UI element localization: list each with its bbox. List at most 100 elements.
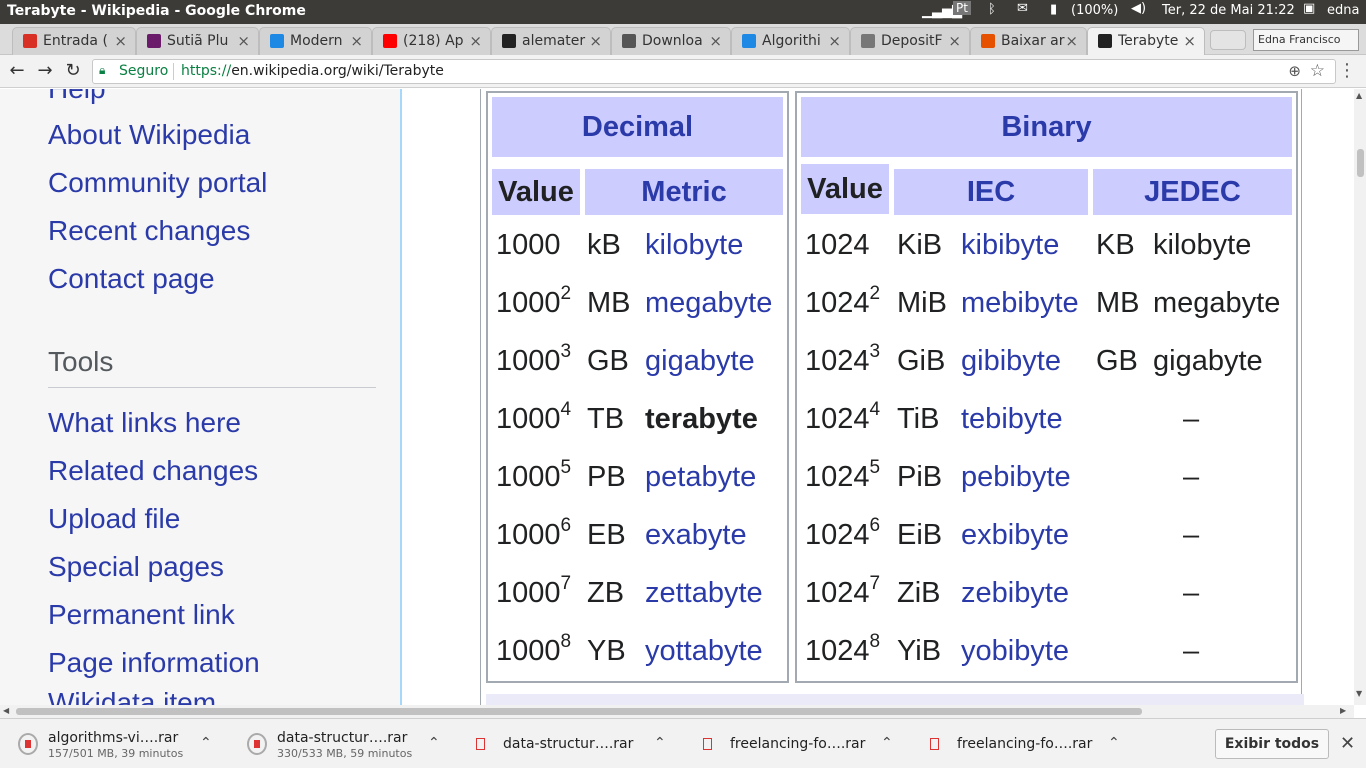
sidebar-link-about[interactable]: About Wikipedia [48,119,250,151]
sidebar-link-permanent-link[interactable]: Permanent link [48,599,235,631]
tab-close-icon[interactable]: × [709,32,722,50]
scroll-down-arrow-icon[interactable]: ▼ [1356,689,1362,698]
tab-close-icon[interactable]: × [350,32,363,50]
keyboard-layout-indicator[interactable]: Pt [953,1,971,15]
tab-close-icon[interactable]: × [1183,32,1196,50]
profile-button[interactable]: Edna Francisco [1253,29,1359,51]
iec-unit-link[interactable]: mebibyte [961,287,1079,320]
iec-unit-link[interactable]: exbibyte [961,519,1069,552]
clock[interactable]: Ter, 22 de Mai 21:22 [1162,3,1295,18]
tab-label: Sutiã Plu [167,33,229,49]
volume-icon[interactable]: ◀) [1131,1,1146,16]
iec-unit-link[interactable]: yobibyte [961,635,1069,668]
tab-close-icon[interactable]: × [237,32,250,50]
decimal-unit-link[interactable]: megabyte [645,287,772,320]
sidebar-link-contact[interactable]: Contact page [48,263,215,295]
p-logo-icon [270,34,284,48]
chevron-up-icon[interactable]: ⌃ [1108,735,1120,751]
file-icon [930,738,939,750]
forward-icon[interactable]: → [33,59,57,83]
tab-7[interactable]: Algorithi × [731,27,850,55]
back-icon[interactable]: ← [5,59,29,83]
horizontal-scrollbar[interactable]: ◀ ▶ [0,705,1354,718]
download-icon [622,34,636,48]
chevron-up-icon[interactable]: ⌃ [200,735,212,751]
url-text[interactable]: https://en.wikipedia.org/wiki/Terabyte [181,63,444,79]
sidebar-link-special-pages[interactable]: Special pages [48,551,224,583]
col-header-iec[interactable]: IEC [894,169,1088,215]
security-label[interactable]: Seguro [119,63,168,79]
iec-unit-link[interactable]: gibibyte [961,345,1061,378]
tab-close-icon[interactable]: × [828,32,841,50]
p-logo-icon [742,34,756,48]
mail-icon[interactable]: ✉ [1017,1,1028,16]
decimal-value: 10002 [496,283,571,320]
decimal-unit-link[interactable]: kilobyte [645,229,743,262]
sidebar-link-upload-file[interactable]: Upload file [48,503,180,535]
close-downloads-bar-icon[interactable]: ✕ [1340,733,1355,754]
chevron-up-icon[interactable]: ⌃ [654,735,666,751]
tab-5[interactable]: alemater × [491,27,611,55]
tab-3[interactable]: Modern × [259,27,372,55]
iec-unit-link[interactable]: kibibyte [961,229,1059,262]
user-name[interactable]: edna [1327,3,1359,18]
chrome-menu-icon[interactable]: ⋮ [1338,60,1356,81]
sidebar-link-recent-changes[interactable]: Recent changes [48,215,250,247]
sidebar-link-help[interactable]: Help [48,89,106,105]
sidebar-link-page-information[interactable]: Page information [48,647,260,679]
col-header-jedec[interactable]: JEDEC [1093,169,1292,215]
horizontal-scroll-thumb[interactable] [16,708,1142,715]
show-all-downloads-button[interactable]: Exibir todos [1215,729,1329,759]
sidebar-link-wikidata[interactable]: Wikidata item [48,687,216,705]
scroll-right-arrow-icon[interactable]: ▶ [1340,706,1346,715]
decimal-unit-link[interactable]: petabyte [645,461,756,494]
tab-close-icon[interactable]: × [948,32,961,50]
col-header-metric[interactable]: Metric [585,169,783,215]
scroll-left-arrow-icon[interactable]: ◀ [3,706,9,715]
vertical-scrollbar[interactable]: ▲ ▼ [1354,89,1366,705]
tab-9[interactable]: Baixar ar × [970,27,1087,55]
address-bar[interactable]: 🔒︎ Seguro https://en.wikipedia.org/wiki/… [92,59,1336,84]
reload-icon[interactable]: ↻ [61,59,85,83]
decimal-unit-link[interactable]: yottabyte [645,635,763,668]
iec-unit-link[interactable]: tebibyte [961,403,1063,436]
decimal-unit-link[interactable]: zettabyte [645,577,763,610]
user-icon[interactable]: ▣ [1303,1,1315,16]
tab-6[interactable]: Downloa × [611,27,731,55]
article-content: Decimal Value Metric 1000 kB kilobyte 10002… [402,89,1354,705]
decimal-unit-link[interactable]: exabyte [645,519,747,552]
tab-close-icon[interactable]: × [589,32,602,50]
tab-4[interactable]: (218) Ap × [372,27,491,55]
bluetooth-icon[interactable]: ᛒ [988,2,996,17]
layers-icon [981,34,995,48]
lock-icon[interactable]: 🔒︎ [99,63,105,78]
sidebar-link-what-links-here[interactable]: What links here [48,407,241,439]
tab-close-icon[interactable]: × [469,32,482,50]
power-base: 1024 [805,461,870,493]
power-exponent: 8 [560,631,572,652]
iec-symbol: PiB [897,461,943,493]
chevron-up-icon[interactable]: ⌃ [428,735,440,751]
zoom-icon[interactable]: ⊕ [1288,62,1301,80]
col-header-value-binary: Value [801,164,889,214]
decimal-unit-link[interactable]: gigabyte [645,345,755,378]
sidebar-link-community[interactable]: Community portal [48,167,267,199]
tab-close-icon[interactable]: × [114,32,127,50]
tab-close-icon[interactable]: × [1065,32,1078,50]
tab-1[interactable]: Entrada (× [12,27,136,55]
tab-8[interactable]: DepositF × [850,27,970,55]
vertical-scroll-thumb[interactable] [1357,149,1364,177]
tab-label: Algorithi [762,33,821,49]
tab-10[interactable]: Terabyte × [1087,27,1205,56]
bookmark-star-icon[interactable]: ☆ [1310,61,1325,81]
new-tab-button[interactable] [1210,30,1246,50]
sidebar-link-related-changes[interactable]: Related changes [48,455,258,487]
decimal-symbol: GB [587,345,629,377]
iec-unit-link[interactable]: zebibyte [961,577,1069,610]
decimal-symbol: MB [587,287,631,319]
tab-2[interactable]: Sutiã Plu × [136,27,259,55]
iec-unit-link[interactable]: pebibyte [961,461,1071,494]
scroll-up-arrow-icon[interactable]: ▲ [1356,91,1362,100]
chevron-up-icon[interactable]: ⌃ [881,735,893,751]
battery-icon[interactable]: ▮ [1050,2,1057,17]
